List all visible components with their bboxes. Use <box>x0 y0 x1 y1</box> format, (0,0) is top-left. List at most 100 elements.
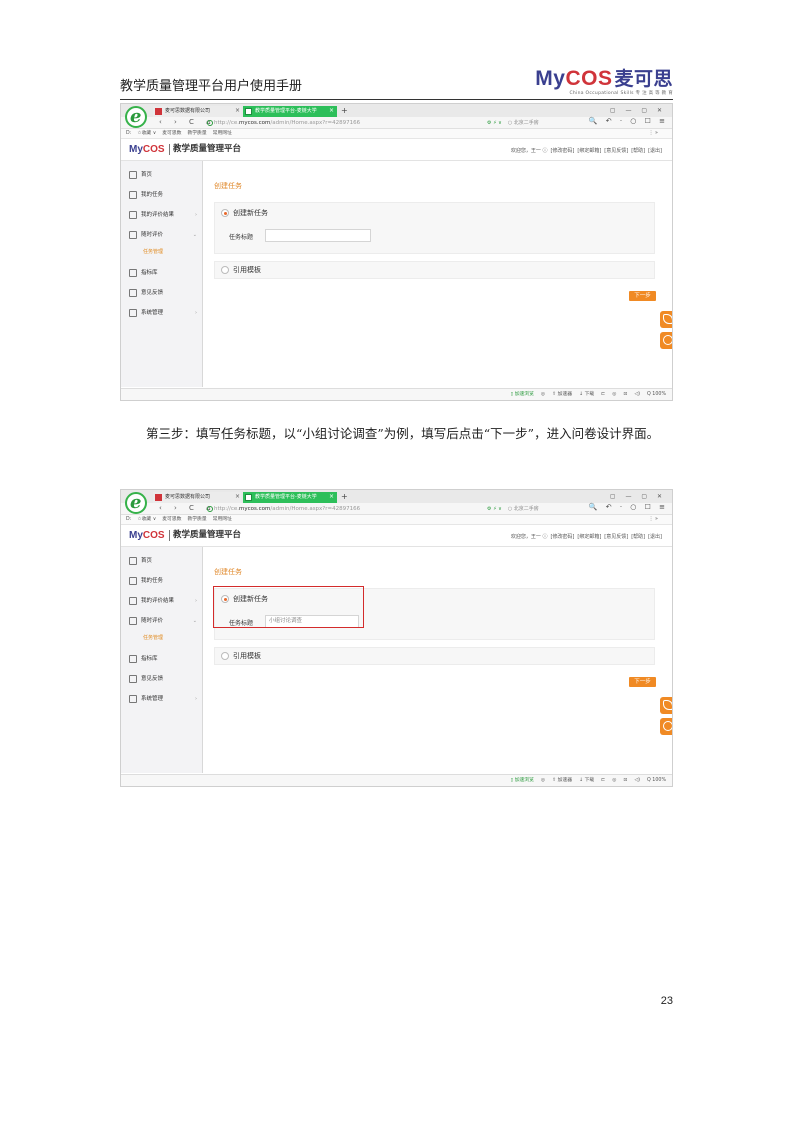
phone-button[interactable] <box>660 311 672 328</box>
sidebar-item-feedback[interactable]: 意见反馈 <box>121 283 203 303</box>
close-tab-icon[interactable]: × <box>235 493 240 500</box>
bookmark-item[interactable]: ☆收藏 ∨ <box>137 131 156 136</box>
sidebar-subitem-task-management[interactable]: 任务管理 <box>143 631 203 645</box>
feedback-link[interactable]: [意见反馈] <box>604 148 628 154</box>
next-step-button[interactable]: 下一步 <box>629 677 656 687</box>
logout-link[interactable]: [退出] <box>648 148 662 154</box>
browser-tabbar: 麦可思数据有限公司 × 教学质量管理平台-麦链大学 × + ▢ — ▢ ✕ <box>121 104 672 117</box>
status-item[interactable]: ◁) <box>634 778 640 783</box>
change-password-link[interactable]: [修改密码] <box>550 534 574 540</box>
bookmark-item[interactable]: D: <box>126 517 131 522</box>
bookmarks-more[interactable]: ⋮ » <box>649 515 658 525</box>
next-step-button[interactable]: 下一步 <box>629 291 656 301</box>
status-item[interactable]: ⊡ <box>623 778 627 783</box>
document-title: 教学质量管理平台用户使用手册 <box>120 79 303 94</box>
main-content: 创建任务 创建新任务 任务标题 引用模板 下一步 <box>204 161 672 387</box>
sidebar-item-feedback[interactable]: 意见反馈 <box>121 669 203 689</box>
status-item[interactable]: ◁) <box>634 392 640 397</box>
browser-tab-active[interactable]: 教学质量管理平台-麦链大学 <box>243 106 337 117</box>
sidebar: 首页 我的任务 我的评价结果 › 随时评价 ⌄ 任务管理 指标库 意见反馈 系统管理… <box>121 547 203 773</box>
app-name: 教学质量管理平台 <box>169 144 241 155</box>
status-item[interactable]: ▯ 加速浏览 <box>511 392 534 397</box>
phone-icon <box>663 314 672 324</box>
bookmark-item[interactable]: 教学质量 <box>187 131 206 136</box>
browser-tab[interactable]: 麦可思数据有限公司 <box>153 106 241 117</box>
status-item[interactable]: ◎ <box>612 778 616 783</box>
zoom-level[interactable]: Q 100% <box>647 778 666 783</box>
window-controls[interactable]: ▢ — ▢ ✕ <box>610 493 666 500</box>
logout-link[interactable]: [退出] <box>648 534 662 540</box>
bookmark-item[interactable]: 麦可思数 <box>162 131 181 136</box>
window-controls[interactable]: ▢ — ▢ ✕ <box>610 107 666 114</box>
bar-chart-icon <box>129 655 137 663</box>
status-item[interactable]: ▯ 加速浏览 <box>511 778 534 783</box>
status-item[interactable]: ⇪ 加速器 <box>552 392 572 397</box>
template-radio[interactable] <box>221 652 229 660</box>
template-radio[interactable] <box>221 266 229 274</box>
favicon-icon <box>245 108 252 115</box>
feedback-link[interactable]: [意见反馈] <box>604 534 628 540</box>
bookmark-item[interactable]: 常用网址 <box>213 131 232 136</box>
browser-tab-active[interactable]: 教学质量管理平台-麦链大学 <box>243 492 337 503</box>
help-link[interactable]: [帮助] <box>631 534 645 540</box>
chevron-right-icon: › <box>195 310 197 316</box>
status-item[interactable]: ◎ <box>612 392 616 397</box>
close-tab-icon[interactable]: × <box>329 493 334 500</box>
new-tab-button[interactable]: + <box>341 106 348 115</box>
secure-icon <box>207 506 213 512</box>
status-item[interactable]: ⊡ <box>623 392 627 397</box>
new-task-radio[interactable] <box>221 209 229 217</box>
sidebar-item-system[interactable]: 系统管理 › <box>121 689 203 709</box>
zoom-level[interactable]: Q 100% <box>647 392 666 397</box>
bookmark-item[interactable]: D: <box>126 131 131 136</box>
chat-icon <box>663 721 672 731</box>
sidebar-item-system[interactable]: 系统管理 › <box>121 303 203 323</box>
task-title-input[interactable] <box>265 229 371 242</box>
bind-email-link[interactable]: [绑定邮箱] <box>577 148 601 154</box>
status-item[interactable]: ↓ 下载 <box>579 778 594 783</box>
close-tab-icon[interactable]: × <box>329 107 334 114</box>
help-link[interactable]: [帮助] <box>631 148 645 154</box>
url-input[interactable]: http://ce.mycos.com/admin/Home.aspx?r=42… <box>207 504 375 514</box>
phone-button[interactable] <box>660 697 672 714</box>
gear-icon <box>129 695 137 703</box>
browser-tools[interactable]: 🔍 ↶ · ○ ☐ ≡ <box>589 503 668 511</box>
sidebar-subitem-task-management[interactable]: 任务管理 <box>143 245 203 259</box>
qq-chat-button[interactable] <box>660 332 672 349</box>
status-item[interactable]: ⊏ <box>601 778 605 783</box>
sidebar-item-evaluate[interactable]: 随时评价 ⌄ <box>121 611 203 631</box>
sidebar-item-my-tasks[interactable]: 我的任务 <box>121 185 203 205</box>
sidebar-item-home[interactable]: 首页 <box>121 165 203 185</box>
sidebar-item-home[interactable]: 首页 <box>121 551 203 571</box>
bookmark-item[interactable]: 常用网址 <box>213 517 232 522</box>
url-input[interactable]: http://ce.mycos.com/admin/Home.aspx?r=42… <box>207 118 375 128</box>
new-tab-button[interactable]: + <box>341 492 348 501</box>
browser-tab[interactable]: 麦可思数据有限公司 <box>153 492 241 503</box>
secure-icon <box>207 120 213 126</box>
browser-tools[interactable]: 🔍 ↶ · ○ ☐ ≡ <box>589 117 668 125</box>
sidebar-item-indicators[interactable]: 指标库 <box>121 649 203 669</box>
user-links: 欢迎您，王一 ⓘ [修改密码] [绑定邮箱] [意见反馈] [帮助] [退出] <box>508 147 662 154</box>
mycos-logo: MyCOS 麦可思 China Occupational Skills 专 注 高… <box>535 67 673 96</box>
close-tab-icon[interactable]: × <box>235 107 240 114</box>
bookmark-item[interactable]: 教学质量 <box>187 517 206 522</box>
bookmark-item[interactable]: 麦可思数 <box>162 517 181 522</box>
sidebar-item-my-results[interactable]: 我的评价结果 › <box>121 205 203 225</box>
status-item[interactable]: ↓ 下载 <box>579 392 594 397</box>
bookmarks-more[interactable]: ⋮ » <box>649 129 658 139</box>
document-header: 教学质量管理平台用户使用手册 MyCOS 麦可思 China Occupation… <box>120 60 673 100</box>
change-password-link[interactable]: [修改密码] <box>550 148 574 154</box>
sidebar-item-my-tasks[interactable]: 我的任务 <box>121 571 203 591</box>
status-item[interactable]: ◎ <box>541 392 545 397</box>
bookmark-item[interactable]: ☆收藏 ∨ <box>137 517 156 522</box>
sidebar-item-indicators[interactable]: 指标库 <box>121 263 203 283</box>
qq-chat-button[interactable] <box>660 718 672 735</box>
bind-email-link[interactable]: [绑定邮箱] <box>577 534 601 540</box>
sidebar-item-my-results[interactable]: 我的评价结果 › <box>121 591 203 611</box>
sidebar-item-evaluate[interactable]: 随时评价 ⌄ <box>121 225 203 245</box>
main-content: 创建任务 创建新任务 任务标题 小组讨论调查 引用模板 下一步 <box>204 547 672 773</box>
status-item[interactable]: ⊏ <box>601 392 605 397</box>
status-item[interactable]: ◎ <box>541 778 545 783</box>
status-item[interactable]: ⇪ 加速器 <box>552 778 572 783</box>
app-header: MyCOS 教学质量管理平台 欢迎您，王一 ⓘ [修改密码] [绑定邮箱] [意见反馈… <box>121 139 672 161</box>
